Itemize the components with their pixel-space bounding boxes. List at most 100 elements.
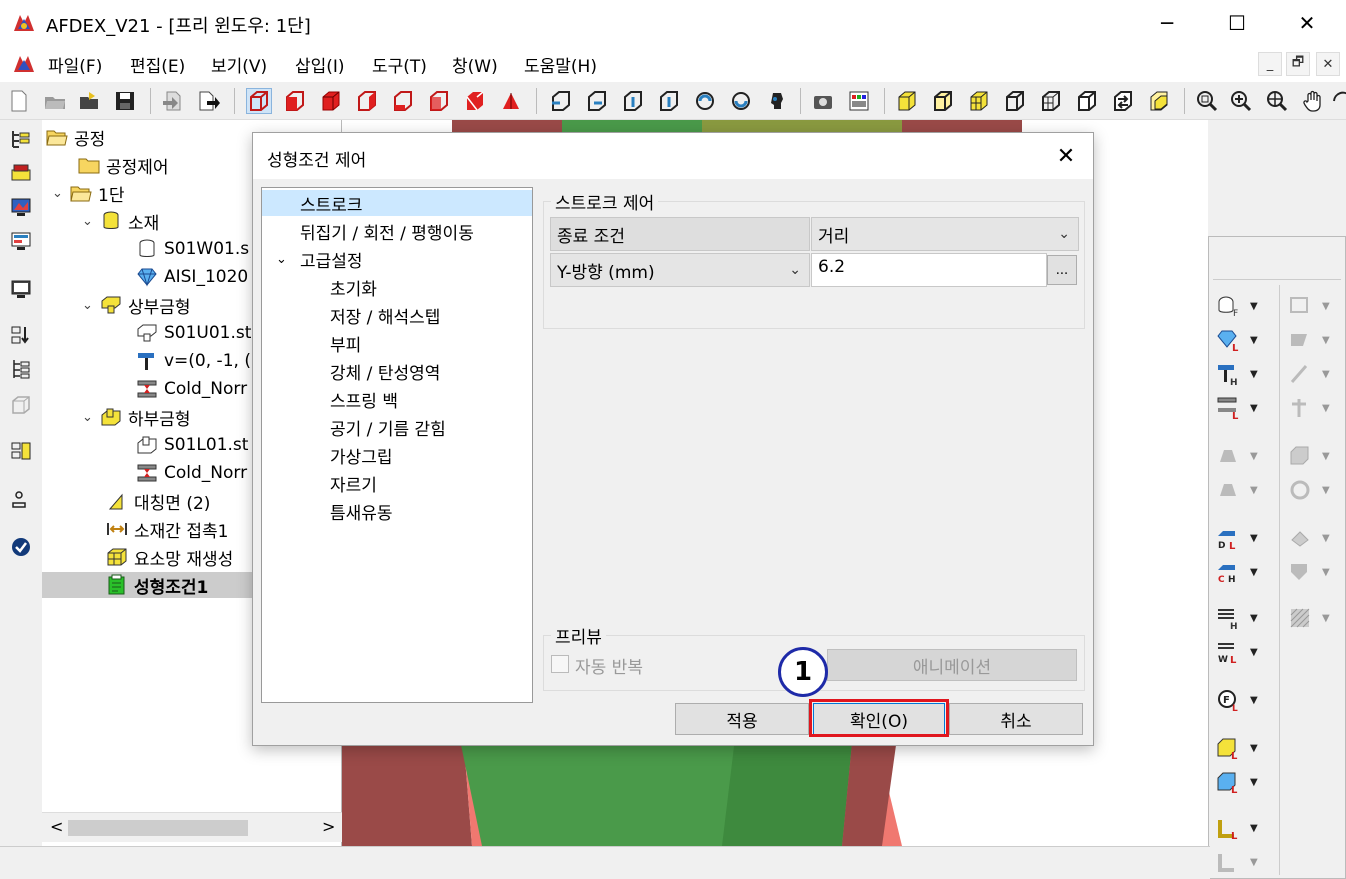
close-button[interactable]: ✕ (1272, 0, 1342, 46)
chevron-down-icon[interactable]: ⌄ (789, 262, 801, 278)
apply-button[interactable]: 적용 (675, 703, 809, 735)
distance-input[interactable]: 6.2 (811, 253, 1047, 287)
tree-node-upper-die-velocity[interactable]: v=(0, -1, ( (136, 348, 251, 374)
menu-view[interactable]: 보기(V) (211, 52, 267, 77)
dropdown-arrow-icon[interactable]: ▼ (1250, 777, 1258, 788)
menu-help[interactable]: 도움말(H) (524, 52, 597, 77)
swap-icon[interactable] (1110, 88, 1136, 114)
dropdown-arrow-icon[interactable]: ▼ (1250, 335, 1258, 346)
cancel-button[interactable]: 취소 (949, 703, 1083, 735)
view-side-icon[interactable] (354, 88, 380, 114)
nav-item-stroke[interactable]: 스트로크 (262, 190, 532, 216)
menu-insert[interactable]: 삽입(I) (295, 52, 345, 77)
nav-item-save-step[interactable]: 저장 / 해석스텝 (330, 302, 440, 328)
wire-box-icon[interactable] (1002, 88, 1028, 114)
user-edit-icon[interactable] (8, 486, 34, 512)
nav-item-cut[interactable]: 자르기 (330, 470, 377, 496)
scroll-left-icon[interactable]: < (50, 817, 63, 836)
new-file-icon[interactable] (6, 88, 32, 114)
rotate-down-icon[interactable] (656, 88, 682, 114)
chevron-down-icon[interactable]: ⌄ (1058, 226, 1070, 242)
view-front-icon[interactable] (282, 88, 308, 114)
monitor-color-icon[interactable] (8, 194, 34, 220)
tree-node-material-file[interactable]: S01W01.s (136, 236, 249, 262)
open-gold-icon[interactable] (76, 88, 102, 114)
spin-ccw-icon[interactable] (692, 88, 718, 114)
friction-tool[interactable]: F L ▼ (1216, 686, 1270, 714)
menu-file[interactable]: 파일(F) (48, 52, 102, 77)
rotate-left-icon[interactable] (548, 88, 574, 114)
work-tool[interactable]: W L ▼ (1216, 638, 1270, 666)
monitor-graph-icon[interactable] (8, 228, 34, 254)
dialog-close-button[interactable]: ✕ (1051, 141, 1081, 171)
dropdown-arrow-icon[interactable]: ▼ (1250, 403, 1258, 414)
minimize-button[interactable]: ─ (1132, 0, 1202, 46)
shade-solid-icon[interactable] (894, 88, 920, 114)
mesh-tool-b[interactable]: L ▼ (1216, 768, 1270, 796)
open-folder-icon[interactable] (42, 88, 68, 114)
tree-node-material[interactable]: ⌄ 소재 (82, 208, 159, 234)
rotate-3d-icon[interactable] (1330, 88, 1346, 114)
rotate-up-icon[interactable] (620, 88, 646, 114)
die-displacement-tool[interactable]: D L ▼ (1216, 524, 1270, 552)
zoom-window-icon[interactable] (1194, 88, 1220, 114)
dropdown-arrow-icon[interactable]: ▼ (1250, 743, 1258, 754)
head-view-icon[interactable] (764, 88, 790, 114)
auto-repeat-checkbox[interactable] (551, 655, 569, 673)
mesh-tool-a[interactable]: L ▼ (1216, 734, 1270, 762)
shade-edge-icon[interactable] (930, 88, 956, 114)
nav-item-flip-rotate-translate[interactable]: 뒤집기 / 회전 / 평행이동 (300, 218, 474, 244)
view-iso-icon[interactable] (462, 88, 488, 114)
dropdown-arrow-icon[interactable]: ▼ (1250, 533, 1258, 544)
symmetry-tool[interactable]: L ▼ (1216, 814, 1270, 842)
tree-node-process-control[interactable]: 공정제어 (78, 152, 169, 178)
tree-node-lower-die[interactable]: ⌄ 하부금형 (82, 404, 191, 430)
menu-window[interactable]: 창(W) (452, 52, 498, 77)
zoom-fit-icon[interactable] (1264, 88, 1290, 114)
material-tool[interactable]: L ▼ (1216, 326, 1270, 354)
browse-button[interactable]: ... (1047, 255, 1077, 285)
hidden-line-icon[interactable] (1074, 88, 1100, 114)
import-icon[interactable] (160, 88, 186, 114)
dropdown-arrow-icon[interactable]: ▼ (1250, 695, 1258, 706)
database-icon[interactable] (8, 438, 34, 464)
zoom-in-icon[interactable] (1228, 88, 1254, 114)
chevron-down-icon[interactable]: ⌄ (82, 410, 100, 425)
nav-item-rigid-elastic[interactable]: 강체 / 탄성영역 (330, 358, 440, 384)
tree-node-contact[interactable]: 소재간 접촉1 (106, 516, 228, 542)
scroll-right-icon[interactable]: > (322, 817, 335, 836)
view-wireframe-icon[interactable] (246, 88, 272, 114)
menu-tools[interactable]: 도구(T) (372, 52, 427, 77)
tree-node-material-spec[interactable]: AISI_1020 (136, 264, 248, 290)
menu-edit[interactable]: 편집(E) (130, 52, 185, 77)
nav-item-air-oil-trap[interactable]: 공기 / 기름 갇힘 (330, 414, 446, 440)
layers-icon[interactable] (1146, 88, 1172, 114)
mdi-restore-button[interactable]: 🗗 (1286, 52, 1310, 76)
view-top-icon[interactable] (318, 88, 344, 114)
tree-view-icon[interactable] (8, 126, 34, 152)
nav-item-initialize[interactable]: 초기화 (330, 274, 377, 300)
view-bottom-icon[interactable] (426, 88, 452, 114)
nav-item-volume[interactable]: 부피 (330, 330, 361, 356)
check-circle-icon[interactable] (8, 534, 34, 560)
chevron-down-icon[interactable]: ⌄ (82, 298, 100, 313)
nav-item-springback[interactable]: 스프링 백 (330, 386, 398, 412)
nav-item-advanced[interactable]: ⌄ 고급설정 (276, 246, 363, 272)
die-contact-tool[interactable]: C H ▼ (1216, 558, 1270, 586)
tree-node-symmetry[interactable]: 대칭면 (2) (106, 488, 210, 514)
dropdown-arrow-icon[interactable]: ▼ (1250, 301, 1258, 312)
tree-node-remesh[interactable]: 요소망 재생성 (106, 544, 233, 570)
dropdown-arrow-icon[interactable]: ▼ (1250, 647, 1258, 658)
camera-icon[interactable] (810, 88, 836, 114)
chevron-down-icon[interactable]: ⌄ (276, 252, 300, 267)
dropdown-arrow-icon[interactable]: ▼ (1250, 369, 1258, 380)
shade-mesh-icon[interactable] (966, 88, 992, 114)
die-fix-tool[interactable]: F ▼ (1216, 292, 1270, 320)
mdi-minimize-button[interactable]: _ (1258, 52, 1282, 76)
view-section-icon[interactable] (498, 88, 524, 114)
dropdown-arrow-icon[interactable]: ▼ (1250, 567, 1258, 578)
dropdown-arrow-icon[interactable]: ▼ (1250, 613, 1258, 624)
sort-icon[interactable] (8, 322, 34, 348)
spin-cw-icon[interactable] (728, 88, 754, 114)
direction-select[interactable]: Y-방향 (mm) ⌄ (550, 253, 810, 287)
